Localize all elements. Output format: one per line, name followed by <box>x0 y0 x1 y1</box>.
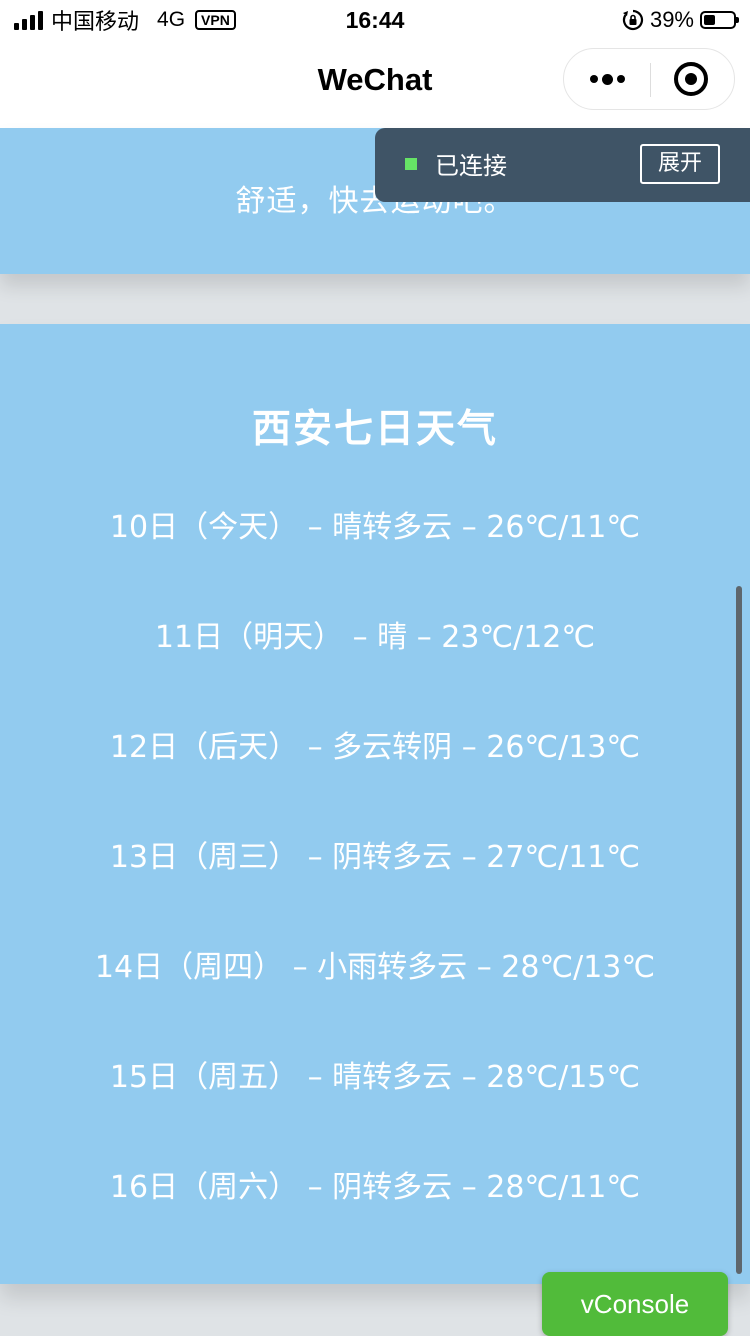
battery-percent: 39% <box>649 7 694 32</box>
battery-level <box>704 15 715 25</box>
capsule-divider <box>650 63 651 97</box>
rotation-lock-icon <box>622 9 644 31</box>
forecast-day: 12日（后天） – 多云转阴 – 26℃/13℃ <box>109 730 641 765</box>
status-bar: 中国移动 4G VPN 16:44 39% <box>0 0 750 40</box>
battery-icon <box>700 11 739 29</box>
connected-indicator-icon <box>405 158 417 170</box>
close-miniprogram-icon[interactable] <box>674 62 708 96</box>
vconsole-button[interactable]: vConsole <box>542 1272 728 1336</box>
capsule-menu <box>563 48 735 110</box>
more-icon[interactable] <box>564 49 650 109</box>
nav-bar: WeChat <box>0 40 750 128</box>
forecast-day: 15日（周五） – 晴转多云 – 28℃/15℃ <box>109 1060 641 1095</box>
connection-status: 已连接 <box>435 152 507 180</box>
forecast-title: 西安七日天气 <box>251 407 498 452</box>
forecast-day: 13日（周三） – 阴转多云 – 27℃/11℃ <box>109 840 641 875</box>
vconsole-status-panel: 已连接 展开 <box>375 128 750 202</box>
scrollbar[interactable] <box>736 586 742 1274</box>
forecast-day: 11日（明天） – 晴 – 23℃/12℃ <box>154 620 596 655</box>
forecast-card: 西安七日天气 10日（今天） – 晴转多云 – 26℃/11℃ 11日（明天） … <box>0 324 750 1284</box>
forecast-day: 10日（今天） – 晴转多云 – 26℃/11℃ <box>109 510 641 545</box>
forecast-day: 16日（周六） – 阴转多云 – 28℃/11℃ <box>109 1170 641 1205</box>
expand-button[interactable]: 展开 <box>640 144 720 184</box>
status-right: 39% <box>622 6 739 34</box>
forecast-day: 14日（周四） – 小雨转多云 – 28℃/13℃ <box>94 950 656 985</box>
